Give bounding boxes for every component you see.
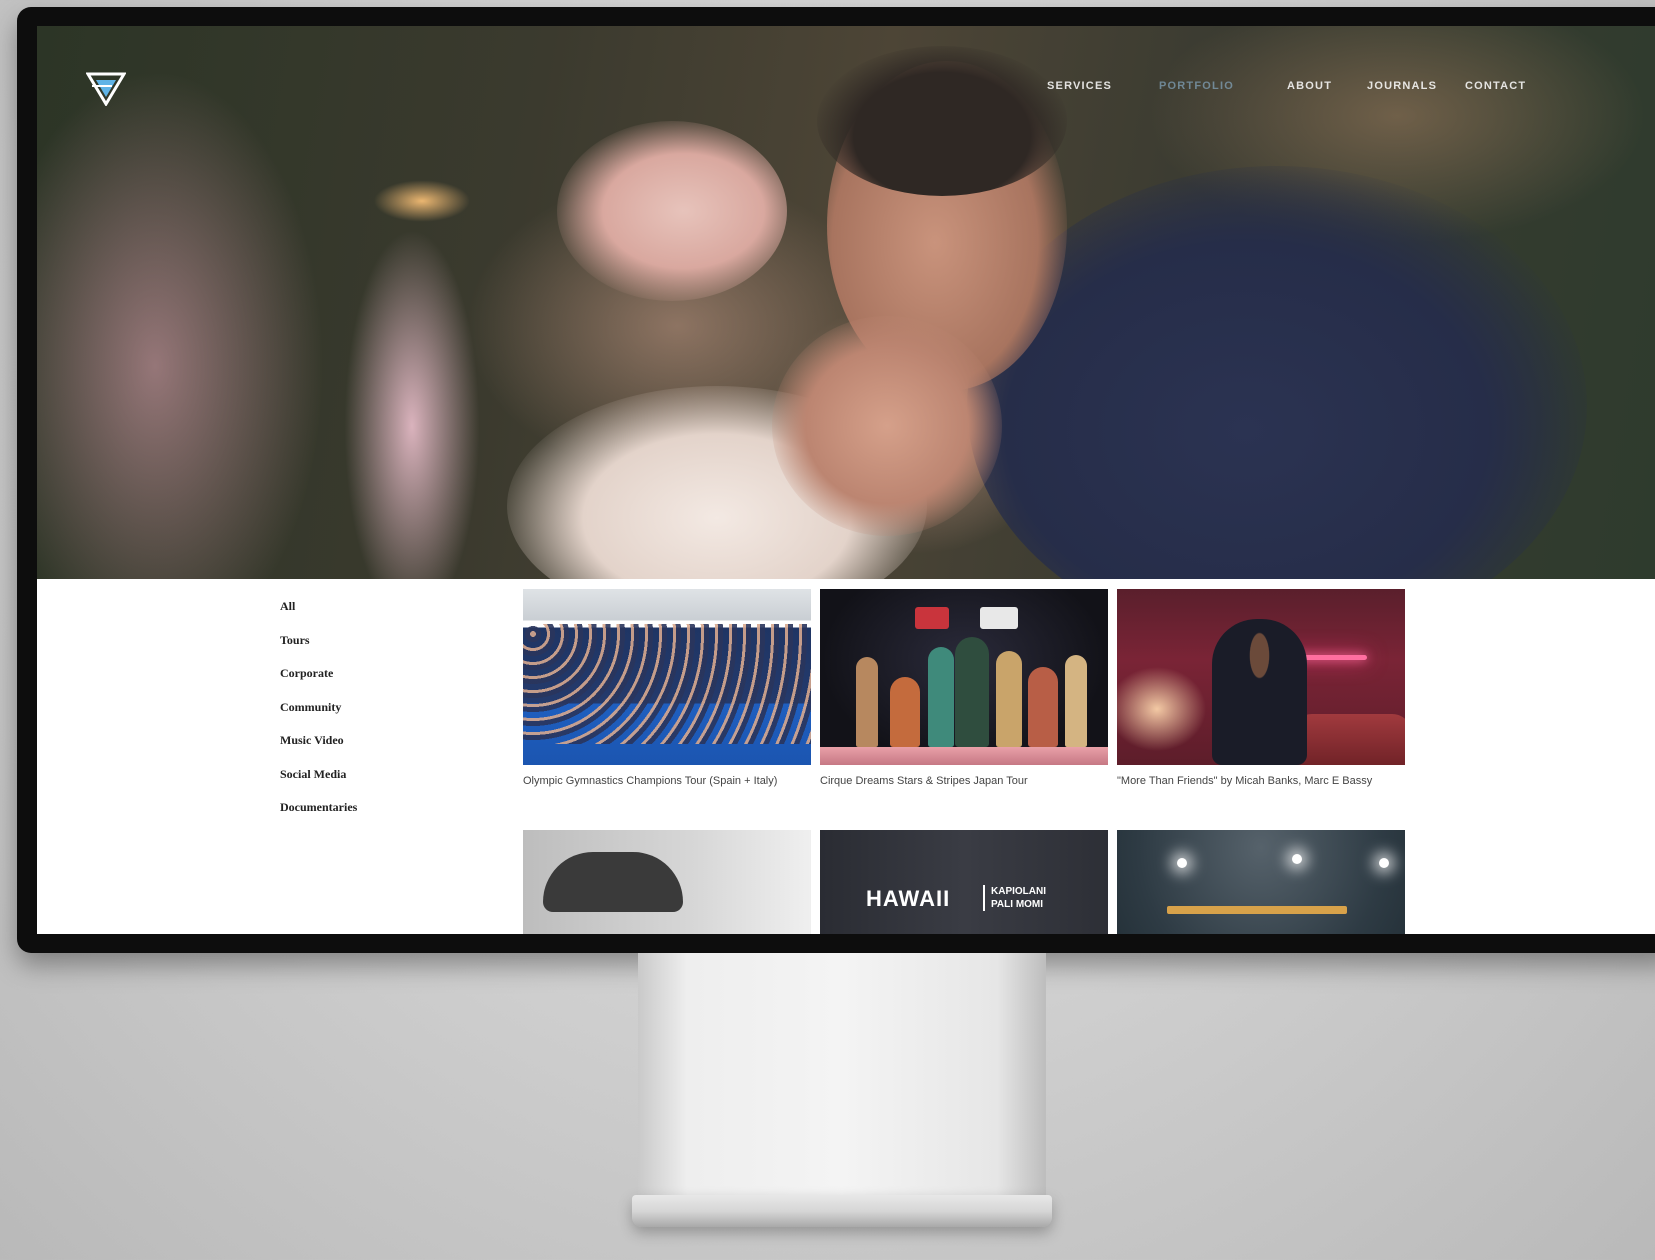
category-filters: All Tours Corporate Community Music Vide… [280, 599, 357, 834]
portfolio-card-4[interactable] [523, 830, 811, 934]
thumbnail-figure [996, 651, 1022, 747]
card-title: Olympic Gymnastics Champions Tour (Spain… [523, 775, 778, 787]
filter-music-video[interactable]: Music Video [280, 733, 357, 767]
thumbnail-image [1117, 589, 1405, 765]
hero-groom-hair [817, 46, 1067, 196]
thumbnail-figure [1028, 667, 1058, 747]
portfolio-card-cirque[interactable]: Cirque Dreams Stars & Stripes Japan Tour [820, 589, 1108, 788]
portfolio-card-hawaii[interactable]: HAWAII KAPIOLANI PALI MOMI [820, 830, 1108, 934]
nav-contact[interactable]: CONTACT [1465, 80, 1526, 92]
card-title: "More Than Friends" by Micah Banks, Marc… [1117, 775, 1373, 787]
portfolio-card-more-than-friends[interactable]: "More Than Friends" by Micah Banks, Marc… [1117, 589, 1405, 788]
thumbnail-stadium-light [1379, 858, 1389, 868]
thumbnail-image [1117, 830, 1405, 934]
monitor-stand [638, 953, 1046, 1203]
thumbnail-subtitle-line: PALI MOMI [991, 899, 1044, 910]
thumbnail-image [523, 830, 811, 934]
thumbnail-image [523, 589, 811, 765]
stylized-v-logo-icon [85, 72, 127, 107]
thumbnail-person [1212, 619, 1307, 765]
thumbnail-figure [1065, 655, 1087, 747]
nav-services[interactable]: SERVICES [1047, 80, 1112, 92]
filter-community[interactable]: Community [280, 700, 357, 734]
thumbnail-subtitle: KAPIOLANI PALI MOMI [983, 885, 1046, 911]
filter-social-media[interactable]: Social Media [280, 767, 357, 801]
hero-flower-crown [557, 121, 787, 301]
thumbnail-crowd [523, 624, 811, 744]
thumbnail-banner [1167, 906, 1347, 914]
portfolio-card-6[interactable] [1117, 830, 1405, 934]
filter-documentaries[interactable]: Documentaries [280, 800, 357, 834]
thumbnail-sign [915, 607, 949, 629]
thumbnail-title: HAWAII [866, 886, 951, 911]
portfolio-section: All Tours Corporate Community Music Vide… [37, 579, 1655, 934]
nav-about[interactable]: ABOUT [1287, 80, 1332, 92]
nav-portfolio[interactable]: PORTFOLIO [1159, 80, 1234, 92]
portfolio-card-gymnastics[interactable]: Olympic Gymnastics Champions Tour (Spain… [523, 589, 811, 788]
nav-journals[interactable]: JOURNALS [1367, 80, 1437, 92]
thumbnail-stadium-light [1177, 858, 1187, 868]
thumbnail-sign [980, 607, 1018, 629]
hero-image: SERVICES PORTFOLIO ABOUT JOURNALS CONTAC… [37, 26, 1655, 579]
thumbnail-figure [955, 637, 989, 747]
thumbnail-bed [1292, 714, 1405, 765]
thumbnail-subtitle-line: KAPIOLANI [991, 886, 1046, 897]
hero-hands [772, 316, 1002, 536]
thumbnail-image: HAWAII KAPIOLANI PALI MOMI [820, 830, 1108, 934]
filter-tours[interactable]: Tours [280, 633, 357, 667]
thumbnail-stage-floor [820, 747, 1108, 765]
card-title: Cirque Dreams Stars & Stripes Japan Tour [820, 775, 1028, 787]
site-logo[interactable] [85, 70, 127, 107]
thumbnail-figure [890, 677, 920, 747]
thumbnail-figure [856, 657, 878, 747]
monitor-stand-base [632, 1195, 1052, 1227]
thumbnail-hat [543, 852, 683, 912]
thumbnail-stadium-light [1292, 854, 1302, 864]
thumbnail-figure [928, 647, 954, 747]
thumbnail-image [820, 589, 1108, 765]
filter-corporate[interactable]: Corporate [280, 666, 357, 700]
filter-all[interactable]: All [280, 599, 357, 633]
